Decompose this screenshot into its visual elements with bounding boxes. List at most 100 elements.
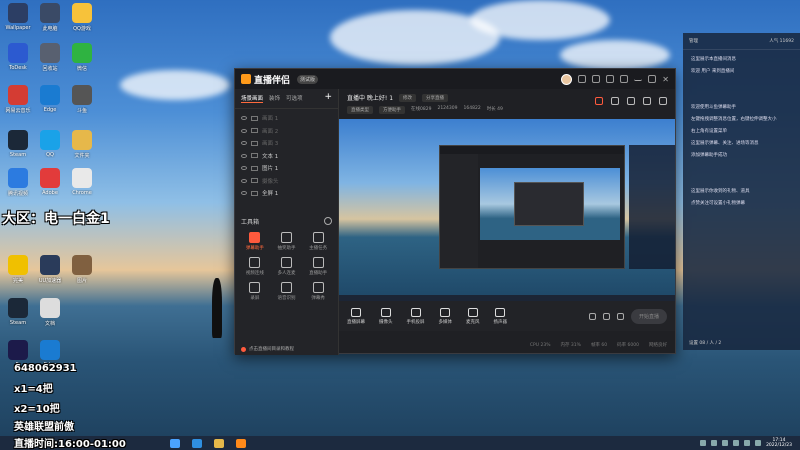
chat-manage[interactable]: 管理 [689, 38, 698, 44]
lock-icon[interactable] [611, 97, 619, 105]
desktop-icon[interactable]: Adobe [35, 168, 65, 196]
gift-icon[interactable] [595, 97, 603, 105]
desktop-icon[interactable]: QQ [35, 130, 65, 158]
tool-button[interactable]: 主播任务 [302, 231, 334, 251]
speaker-button[interactable]: 扬声器 [494, 307, 507, 325]
mail-icon[interactable] [592, 75, 601, 83]
desktop-icon[interactable]: ToDesk [3, 43, 33, 71]
eye-icon[interactable] [241, 153, 247, 158]
app-titlebar[interactable]: 直播伴侣 测试版 ✕ [235, 69, 675, 89]
desktop-icon[interactable]: 完美 [3, 255, 33, 284]
desktop-icon[interactable]: 文档 [35, 298, 65, 327]
system-clock[interactable]: 17:14 2022/12/23 [766, 438, 792, 448]
tray-icon[interactable] [722, 440, 729, 446]
desktop-icon[interactable]: 此电脑 [35, 3, 65, 32]
tool-button[interactable]: 抽奖助手 [271, 231, 303, 251]
category-pill[interactable]: 直播类型 [347, 106, 373, 114]
share-icon[interactable] [659, 97, 667, 105]
tool-button[interactable]: 弹幕助手 [239, 231, 271, 251]
media-button[interactable]: 多媒体 [438, 307, 453, 325]
tool-label: 弹幕助手 [245, 245, 264, 251]
tool-icon [280, 281, 292, 293]
phone-cast-button[interactable]: 手机投屏 [407, 307, 425, 325]
go-live-button[interactable]: 开始直播 [630, 308, 667, 324]
stream-title[interactable]: 直播中 晚上好! 1 [347, 93, 393, 102]
tool-button[interactable]: 录屏 [239, 281, 271, 301]
user-avatar[interactable] [561, 73, 573, 85]
skin-icon[interactable] [606, 75, 615, 83]
scene-item[interactable]: 画面 1 [241, 112, 332, 125]
tray-icon[interactable] [711, 440, 718, 446]
scene-item[interactable]: 文本 1 [241, 150, 332, 163]
volume-icon[interactable] [744, 440, 751, 446]
tool-icon [280, 231, 292, 243]
tab-scenes[interactable]: 场景画面 [241, 94, 264, 103]
minimize-icon[interactable] [634, 77, 643, 81]
stream-preview[interactable] [339, 119, 675, 301]
scene-item[interactable]: 全屏 1 [241, 187, 332, 200]
close-icon[interactable]: ✕ [662, 75, 669, 84]
desktop-icon[interactable]: Steam [3, 130, 33, 158]
network-icon[interactable] [755, 440, 762, 446]
desktop-icon[interactable]: Steam [3, 298, 33, 326]
camera-button[interactable]: 摄像头 [379, 307, 393, 325]
tab-options[interactable]: 可选项 [286, 94, 303, 103]
desktop-icon[interactable]: 文件夹 [67, 130, 97, 159]
desktop-icon[interactable]: UU加速器 [35, 255, 65, 284]
desktop-icon[interactable]: 斗鱼 [67, 85, 97, 114]
tab-decor[interactable]: 装饰 [269, 94, 280, 103]
desktop-icon[interactable]: Chrome [67, 168, 97, 196]
record-icon[interactable] [588, 312, 596, 320]
tool-button[interactable]: 弹幕秀 [302, 281, 334, 301]
mic-button[interactable]: 麦克风 [466, 307, 480, 325]
scene-item[interactable]: 摄像头 [241, 175, 332, 188]
region-overlay: 大区：电一白金1 [2, 211, 110, 227]
scene-item[interactable]: 画面 3 [241, 137, 332, 150]
media-label: 多媒体 [438, 319, 453, 325]
tool-button[interactable]: 多人连麦 [271, 256, 303, 276]
eye-icon[interactable] [241, 141, 247, 146]
desktop-icon[interactable]: Edge [35, 85, 65, 113]
edit-title-button[interactable]: 修改 [399, 93, 417, 102]
desktop-icon[interactable]: QQ游戏 [67, 3, 97, 32]
eye-icon[interactable] [241, 178, 247, 183]
help-link[interactable]: 点击直播间目录和教程 [241, 346, 294, 352]
tool-button[interactable]: 视频连线 [239, 256, 271, 276]
explorer-taskbar-icon[interactable] [214, 438, 224, 448]
tray-icon[interactable] [733, 440, 740, 446]
eye-icon[interactable] [241, 166, 247, 171]
scene-label: 画面 3 [262, 141, 279, 148]
edge-taskbar-icon[interactable] [192, 438, 202, 448]
eye-icon[interactable] [241, 191, 247, 196]
bell-icon[interactable] [643, 97, 651, 105]
screen-capture-button[interactable]: 直播屏幕 [347, 307, 365, 325]
maximize-icon[interactable] [648, 75, 657, 83]
menu-icon[interactable] [620, 75, 629, 83]
desktop-icon[interactable]: 微信 [67, 43, 97, 72]
add-source-button[interactable]: + [324, 93, 332, 103]
share-button[interactable]: 分享直播 [422, 93, 449, 102]
scene-item[interactable]: 画面 2 [241, 125, 332, 138]
desktop-icon[interactable]: 腾讯视频 [3, 168, 33, 197]
tool-button[interactable]: 直播助手 [302, 256, 334, 276]
desktop-icon[interactable]: 图片 [67, 255, 97, 284]
scene-item[interactable]: 图片 1 [241, 162, 332, 175]
screen-icon[interactable] [627, 97, 635, 105]
desktop-icon[interactable]: 网易云音乐 [3, 85, 33, 114]
start-icon[interactable] [170, 438, 180, 448]
desktop-icon[interactable]: 回收站 [35, 43, 65, 72]
desktop-icon[interactable]: Wallpaper [3, 3, 33, 31]
mode-pill[interactable]: 方便助手 [379, 106, 405, 114]
source-icon [251, 140, 258, 146]
tray-icon[interactable] [700, 440, 707, 446]
settings-icon[interactable] [602, 312, 610, 320]
douyu-taskbar-icon[interactable] [236, 438, 246, 448]
gear-icon[interactable] [616, 312, 624, 320]
tool-label: 直播助手 [309, 270, 328, 276]
settings-icon[interactable] [324, 217, 332, 225]
desktop-icon-label: 斗鱼 [76, 108, 87, 114]
eye-icon[interactable] [241, 116, 247, 121]
tool-button[interactable]: 语音识别 [271, 281, 303, 301]
headset-icon[interactable] [578, 75, 587, 83]
eye-icon[interactable] [241, 128, 247, 133]
